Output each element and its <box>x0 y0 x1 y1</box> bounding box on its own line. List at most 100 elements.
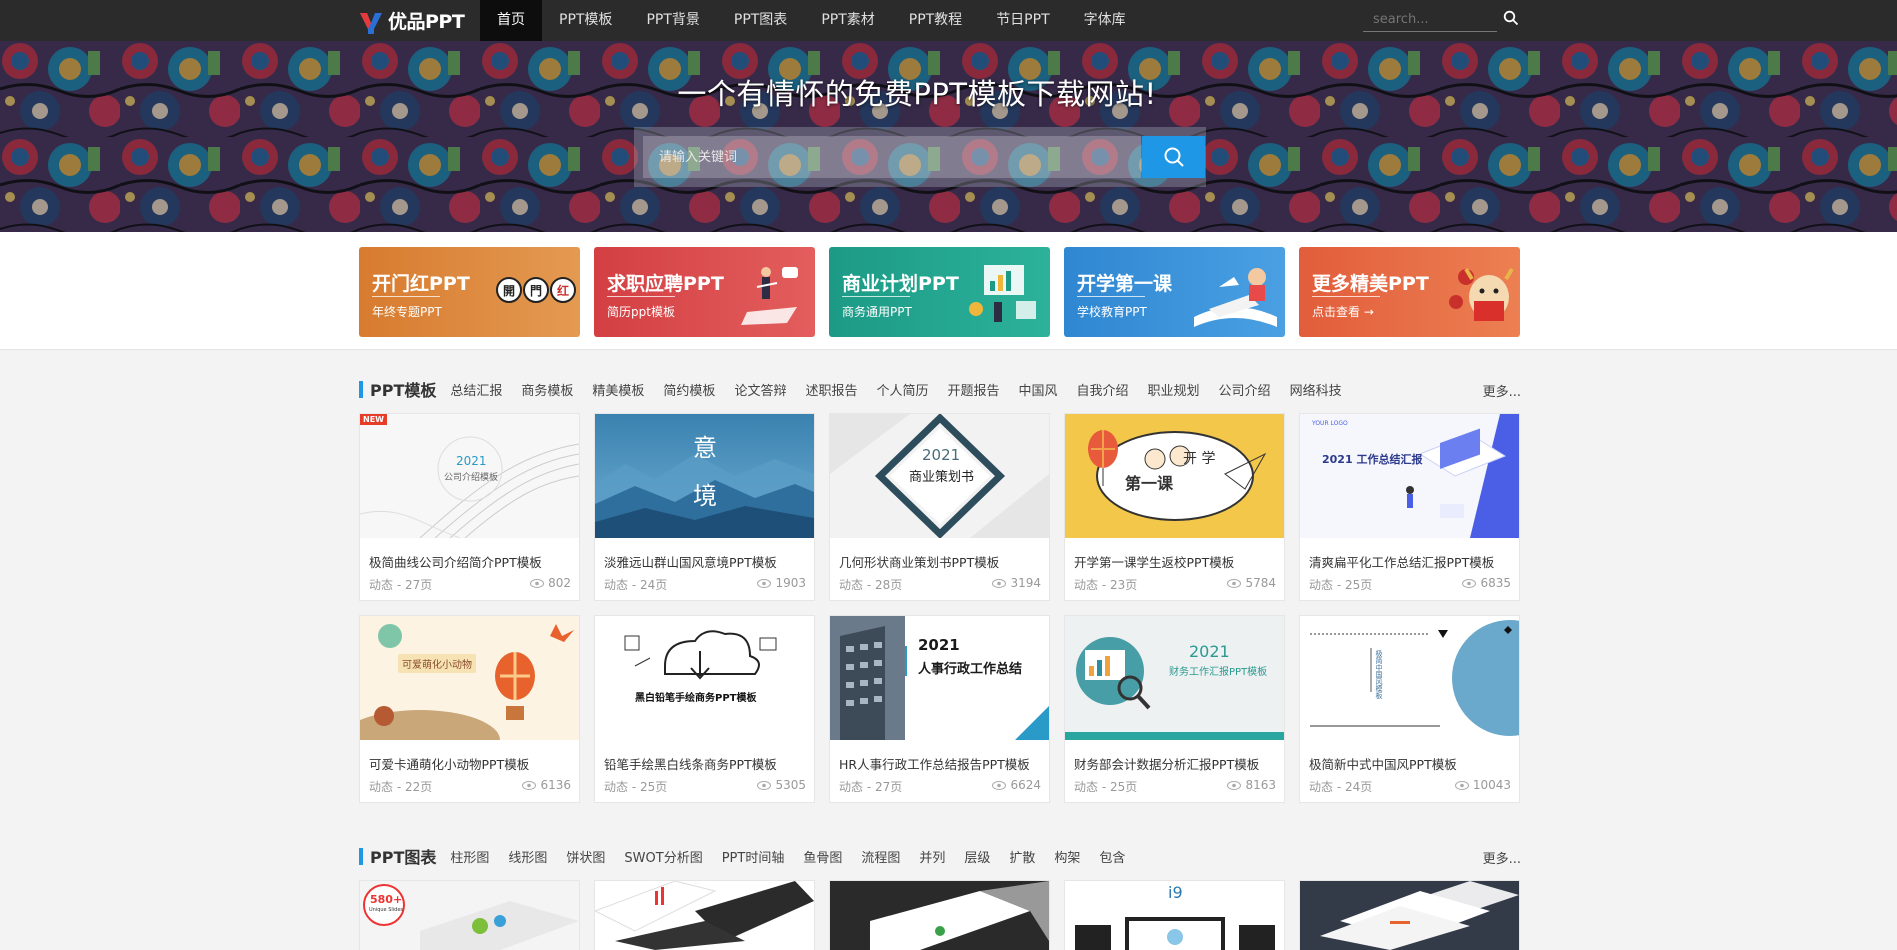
view-count: 5784 <box>1245 576 1276 590</box>
nav-item-holiday-ppt[interactable]: 节日PPT <box>979 0 1066 41</box>
card-views: 6136 <box>522 778 571 792</box>
student-book-illustration <box>1194 268 1277 327</box>
tag-timeline[interactable]: PPT时间轴 <box>722 847 785 866</box>
ox-mascot-illustration <box>1449 267 1514 321</box>
chart-card-grid: 580+ Unique Slides i9 <box>359 880 1521 950</box>
tag-company-intro[interactable]: 公司介绍 <box>1219 380 1271 399</box>
tag-summary-report[interactable]: 总结汇报 <box>450 380 502 399</box>
template-card[interactable]: 黑白铅笔手绘商务PPT模板 铅笔手绘黑白线条商务PPT模板 动态 - 25页 5… <box>594 615 815 803</box>
view-count: 6835 <box>1480 576 1511 590</box>
tag-chinese-style[interactable]: 中国风 <box>1019 380 1058 399</box>
tag-fishbone[interactable]: 鱼骨图 <box>803 847 842 866</box>
card-thumbnail: i9 <box>1065 881 1284 950</box>
top-search-input[interactable] <box>1363 11 1493 27</box>
nav-item-ppt-tutorials[interactable]: PPT教程 <box>892 0 979 41</box>
tag-self-intro[interactable]: 自我介绍 <box>1077 380 1129 399</box>
banner-more-ppt[interactable]: 更多精美PPT 点击查看 → <box>1299 247 1520 337</box>
nav-item-fonts[interactable]: 字体库 <box>1067 0 1143 41</box>
card-meta: 动态 - 25页 <box>1074 780 1138 794</box>
chart-card[interactable]: 580+ Unique Slides <box>359 880 580 950</box>
tag-tech[interactable]: 网络科技 <box>1290 380 1342 399</box>
template-card[interactable]: NEW 2021 公司介绍模板 极简曲线公司介绍简介PPT模板 动态 - 27页… <box>359 413 580 601</box>
tag-parallel[interactable]: 并列 <box>919 847 945 866</box>
card-thumbnail: YOUR LOGO 2021 工作总结汇报 <box>1300 414 1519 538</box>
nav-item-ppt-charts[interactable]: PPT图表 <box>717 0 804 41</box>
card-title[interactable]: 极简曲线公司介绍简介PPT模板 <box>369 552 574 571</box>
template-card[interactable]: 意 境 淡雅远山群山国风意境PPT模板 动态 - 24页 1903 <box>594 413 815 601</box>
nav-item-home[interactable]: 首页 <box>480 0 542 41</box>
chart-card[interactable] <box>829 880 1050 950</box>
section-title[interactable]: PPT图表 <box>370 844 436 868</box>
chart-card[interactable] <box>594 880 815 950</box>
section-title[interactable]: PPT模板 <box>370 377 436 401</box>
card-thumbnail: 2021 商业策划书 <box>830 414 1049 538</box>
school-cartoon-art <box>1088 430 1267 521</box>
card-title[interactable]: 清爽扁平化工作总结汇报PPT模板 <box>1309 552 1514 571</box>
tag-resume[interactable]: 个人简历 <box>876 380 928 399</box>
tag-line-chart[interactable]: 线形图 <box>508 847 547 866</box>
banner-kaimenhong[interactable]: 开门红PPT 年终专题PPT 開 門 红 <box>359 247 580 337</box>
banner-title: 开门红PPT <box>372 273 470 295</box>
banner-job-hunting[interactable]: 求职应聘PPT 简历ppt模板 <box>594 247 815 337</box>
tag-exquisite[interactable]: 精美模板 <box>592 380 644 399</box>
hero-search-input[interactable] <box>643 136 1141 178</box>
search-icon[interactable] <box>1503 10 1519 26</box>
template-card[interactable]: 2021 人事行政工作总结 HR人事行政工作总结报告PPT模板 动态 - 27页… <box>829 615 1050 803</box>
template-card[interactable]: 可爱萌化小动物 可爱卡通萌化小动物PPT模板 动态 - 22页 6136 <box>359 615 580 803</box>
template-card[interactable]: 极简中国风模板 极简新中式中国风PPT模板 动态 - 24页 10043 <box>1299 615 1520 803</box>
template-card[interactable]: 开 学 第一课 开学第一课学生返校PPT模板 动态 - 23页 5784 <box>1064 413 1285 601</box>
card-views: 802 <box>530 576 571 590</box>
view-count: 5305 <box>775 778 806 792</box>
section-more-link[interactable]: 更多... <box>1483 381 1521 400</box>
card-views: 8163 <box>1227 778 1276 792</box>
card-title[interactable]: 开学第一课学生返校PPT模板 <box>1074 552 1279 571</box>
chart-card[interactable]: i9 <box>1064 880 1285 950</box>
card-title[interactable]: 几何形状商业策划书PPT模板 <box>839 552 1044 571</box>
card-title[interactable]: 极简新中式中国风PPT模板 <box>1309 754 1514 773</box>
tag-work-report[interactable]: 述职报告 <box>805 380 857 399</box>
chart-card[interactable] <box>1299 880 1520 950</box>
template-card[interactable]: 2021 财务工作汇报PPT模板 财务部会计数据分析汇报PPT模板 动态 - 2… <box>1064 615 1285 803</box>
tag-swot[interactable]: SWOT分析图 <box>624 847 702 866</box>
section-more-link[interactable]: 更多... <box>1483 848 1521 867</box>
thumb-text: 黑白铅笔手绘商务PPT模板 <box>635 693 757 704</box>
tag-framework[interactable]: 构架 <box>1054 847 1080 866</box>
card-title[interactable]: 财务部会计数据分析汇报PPT模板 <box>1074 754 1279 773</box>
banner-school-first-lesson[interactable]: 开学第一课 学校教育PPT <box>1064 247 1285 337</box>
card-title[interactable]: HR人事行政工作总结报告PPT模板 <box>839 754 1044 773</box>
tag-diffusion[interactable]: 扩散 <box>1009 847 1035 866</box>
tag-proposal-report[interactable]: 开题报告 <box>947 380 999 399</box>
card-title[interactable]: 可爱卡通萌化小动物PPT模板 <box>369 754 574 773</box>
tag-business[interactable]: 商务模板 <box>521 380 573 399</box>
tag-thesis-defense[interactable]: 论文答辩 <box>734 380 786 399</box>
nav-item-ppt-materials[interactable]: PPT素材 <box>804 0 891 41</box>
tag-inclusion[interactable]: 包含 <box>1099 847 1125 866</box>
nav-item-ppt-templates[interactable]: PPT模板 <box>542 0 629 41</box>
tag-bar-chart[interactable]: 柱形图 <box>450 847 489 866</box>
template-card[interactable]: 2021 商业策划书 几何形状商业策划书PPT模板 动态 - 28页 3194 <box>829 413 1050 601</box>
tag-pie-chart[interactable]: 饼状图 <box>566 847 605 866</box>
tag-flowchart[interactable]: 流程图 <box>861 847 900 866</box>
template-card-grid: NEW 2021 公司介绍模板 极简曲线公司介绍简介PPT模板 动态 - 27页… <box>359 413 1521 803</box>
search-icon <box>1164 147 1184 167</box>
nav-item-ppt-backgrounds[interactable]: PPT背景 <box>629 0 716 41</box>
banner-divider <box>372 296 440 297</box>
tag-hierarchy[interactable]: 层级 <box>964 847 990 866</box>
hero-search-button[interactable] <box>1142 136 1205 178</box>
card-thumbnail: 极简中国风模板 <box>1300 616 1519 740</box>
section-ppt-templates: PPT模板 总结汇报 商务模板 精美模板 简约模板 论文答辩 述职报告 个人简历… <box>359 378 1521 803</box>
view-count: 1903 <box>775 576 806 590</box>
card-title[interactable]: 淡雅远山群山国风意境PPT模板 <box>604 552 809 571</box>
template-card[interactable]: YOUR LOGO 2021 工作总结汇报 清爽扁平化工作总结汇报PPT模板 动… <box>1299 413 1520 601</box>
tag-career-plan[interactable]: 职业规划 <box>1148 380 1200 399</box>
card-thumbnail: 可爱萌化小动物 <box>360 616 579 740</box>
card-thumbnail: 意 境 <box>595 414 814 538</box>
card-title[interactable]: 铅笔手绘黑白线条商务PPT模板 <box>604 754 809 773</box>
stacked-slides-art <box>1320 881 1519 950</box>
card-meta: 动态 - 23页 <box>1074 578 1138 592</box>
banner-business-plan[interactable]: 商业计划PPT 商务通用PPT <box>829 247 1050 337</box>
charts-illustration <box>969 265 1036 322</box>
site-logo[interactable]: 优品PPT <box>358 4 465 37</box>
tag-simple[interactable]: 简约模板 <box>663 380 715 399</box>
section-header: PPT模板 总结汇报 商务模板 精美模板 简约模板 论文答辩 述职报告 个人简历… <box>359 378 1521 400</box>
